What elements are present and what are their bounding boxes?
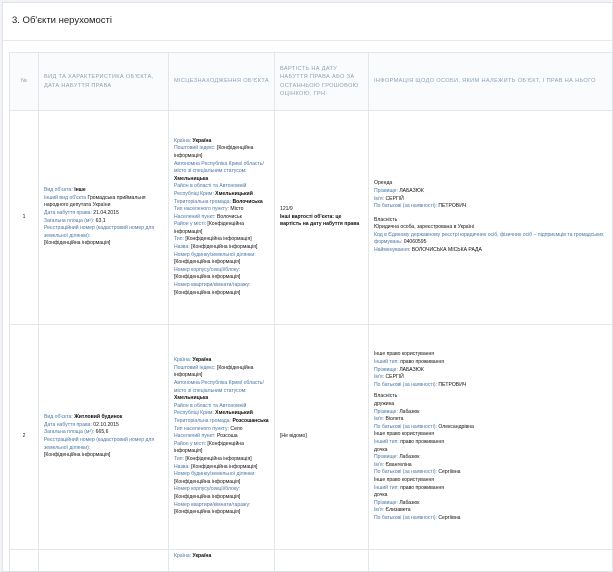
owner-info-cell: Оренда Прізвище: ЛАБАЗЮК Ім'я: СЕРГІЙ По…	[369, 111, 613, 325]
header-number: №	[10, 53, 39, 111]
owner-info-cell	[369, 550, 613, 572]
real-estate-section: 3. Об'єкти нерухомості № Вид та характер…	[2, 2, 613, 572]
object-kind: Вид об'єкта: Інше	[44, 187, 163, 195]
header-location: Місцезнаходження об'єкта	[169, 53, 275, 111]
registration-number-value: [Конфіденційна інформація]	[44, 240, 163, 248]
object-type-cell: Вид об'єкта: Житловий будинок Дата набут…	[39, 325, 169, 550]
table-row: Країна: Україна	[10, 550, 613, 572]
value-amount: 121/9	[280, 206, 363, 214]
owner-info-cell: Інше право користування Інший тип: право…	[369, 325, 613, 550]
total-area: Загальна площа (м²): 63,1	[44, 218, 163, 226]
object-type-cell	[39, 550, 169, 572]
row-number	[10, 550, 39, 572]
table-header-row: № Вид та характеристика об'єкта, дата на…	[10, 53, 613, 111]
object-type-cell: Вид об'єкта: Інше Інший вид об'єкта Гром…	[39, 111, 169, 325]
value-cell: [Не відомо]	[275, 325, 369, 550]
header-owner-info: Інформація щодо особи, яким належить об'…	[369, 53, 613, 111]
object-other-kind: Інший вид об'єкта Громадська приймальня …	[44, 195, 163, 210]
row-number: 2	[10, 325, 39, 550]
value-note: Інші вартості об'єкта: це вартість на да…	[280, 214, 363, 229]
table-row: 2 Вид об'єкта: Житловий будинок Дата наб…	[10, 325, 613, 550]
value-cell: 121/9 Інші вартості об'єкта: це вартість…	[275, 111, 369, 325]
header-object-type: Вид та характеристика об'єкта, дата набу…	[39, 53, 169, 111]
section-title: 3. Об'єкти нерухомості	[3, 3, 612, 41]
location-cell: Країна: Україна Поштовий індекс: [Конфід…	[169, 325, 275, 550]
real-estate-table: № Вид та характеристика об'єкта, дата на…	[9, 52, 613, 572]
row-number: 1	[10, 111, 39, 325]
acquisition-date: Дата набуття права: 21.04.2015	[44, 210, 163, 218]
header-value: Вартість на дату набуття права або за ос…	[275, 53, 369, 111]
location-cell: Країна: Україна	[169, 550, 275, 572]
location-cell: Країна: Україна Поштовий індекс: [Конфід…	[169, 111, 275, 325]
value-cell	[275, 550, 369, 572]
table-row: 1 Вид об'єкта: Інше Інший вид об'єкта Гр…	[10, 111, 613, 325]
registration-number-label: Реєстраційний номер (кадастровий номер д…	[44, 225, 163, 240]
value-amount: [Не відомо]	[280, 433, 363, 441]
